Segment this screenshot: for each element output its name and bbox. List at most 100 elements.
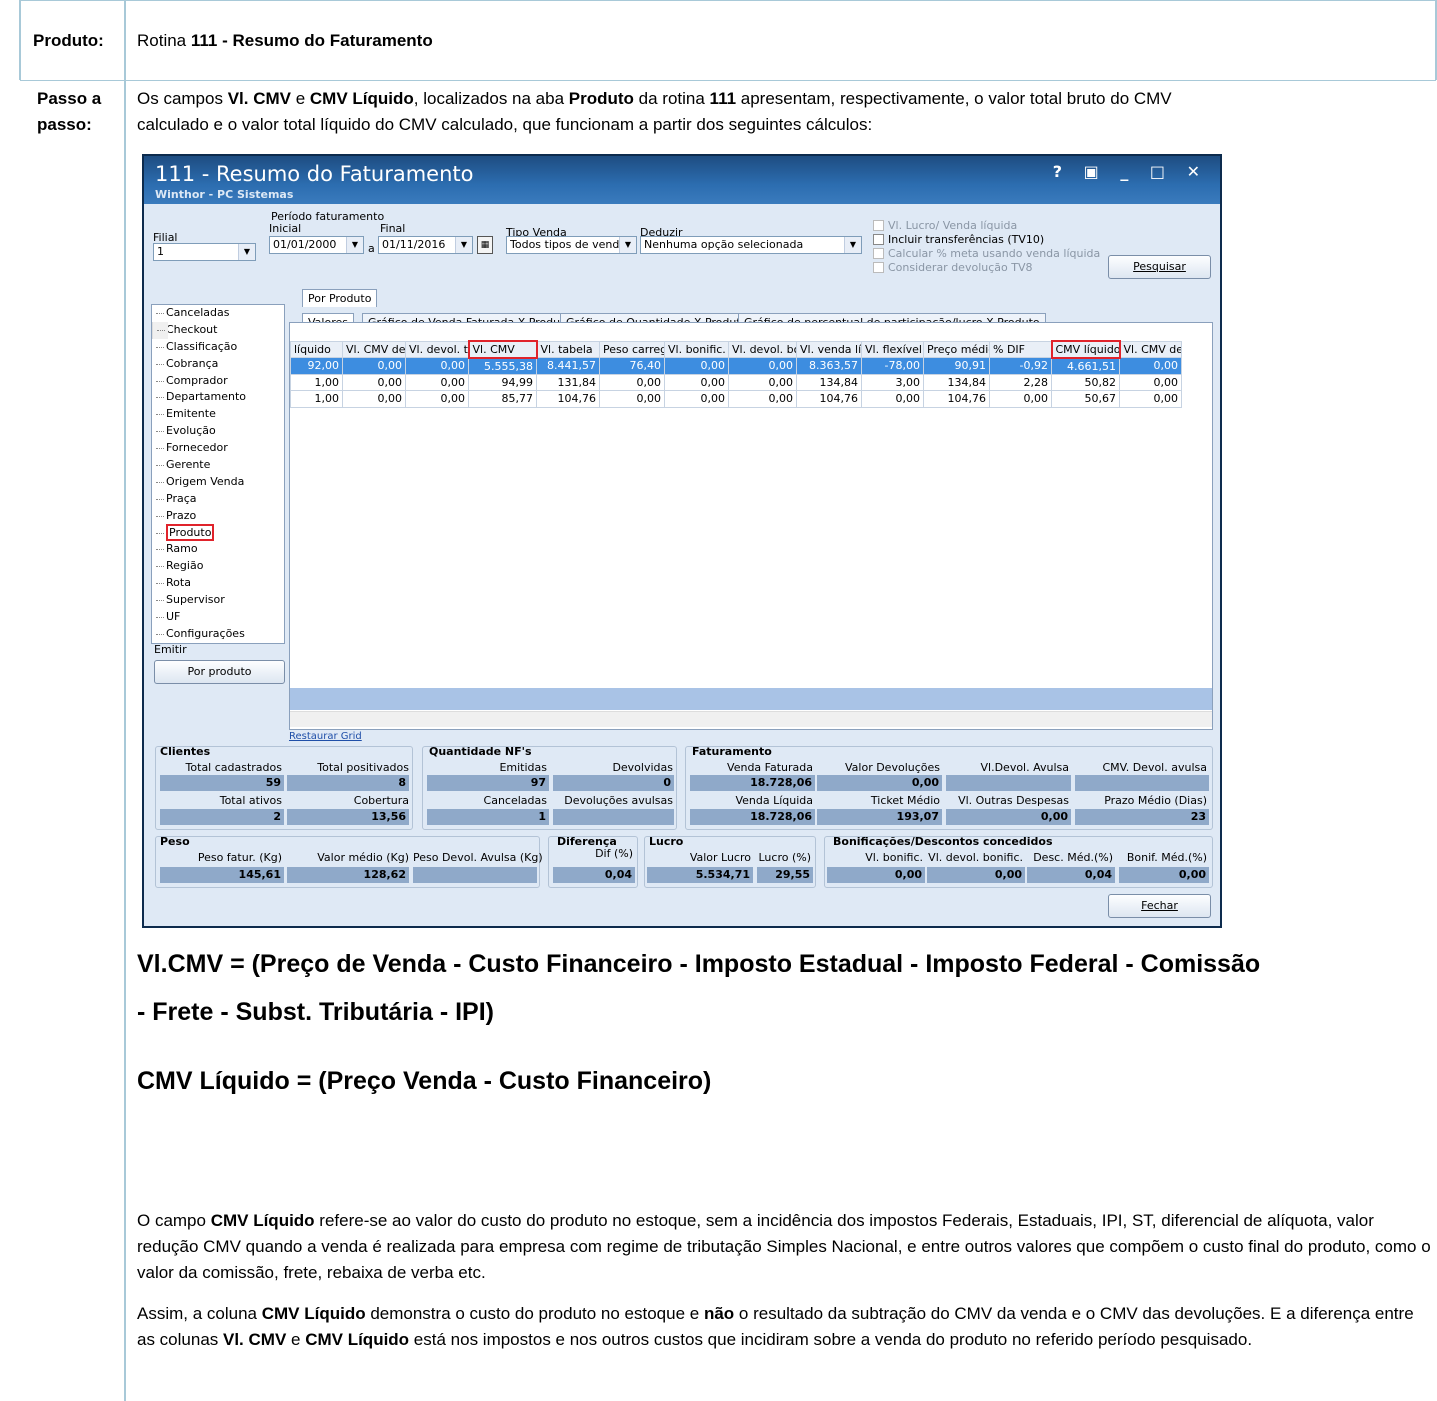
p1-a: O campo — [137, 1211, 211, 1230]
data-grid: líquidoVl. CMV devoVl. devol. taVl. CMVV… — [289, 322, 1213, 730]
inicial-date-input[interactable]: 01/01/2000 ▼ — [269, 236, 364, 254]
p2-f: Vl. CMV — [223, 1330, 287, 1349]
calendar-icon[interactable]: ▦ — [477, 236, 493, 254]
grid-column-header[interactable]: Vl. venda líq — [796, 340, 862, 358]
meta-checkbox-label: Calcular % meta usando venda líquida — [888, 247, 1101, 260]
grid-column-header[interactable]: Vl. devol. bo — [728, 340, 797, 358]
tree-item[interactable]: Rota — [152, 575, 284, 592]
tree-item[interactable]: Prazo — [152, 508, 284, 525]
chevron-down-icon[interactable]: ▼ — [844, 237, 861, 253]
dev-avulsas-label: Devoluções avulsas — [564, 794, 673, 807]
peso-panel: Peso Peso fatur. (Kg) 145,61 Valor médio… — [155, 835, 543, 888]
table-cell: 0,00 — [599, 373, 665, 391]
tipo-venda-select[interactable]: Todos tipos de venda ▼ — [506, 236, 637, 254]
tree-item[interactable]: Classificação — [152, 339, 284, 356]
grid-column-header[interactable]: líquido — [290, 340, 343, 358]
grid-column-header[interactable]: Vl. tabela — [536, 340, 600, 358]
filial-value: 1 — [157, 245, 164, 258]
row-divider — [20, 80, 1436, 81]
table-cell: 0,00 — [989, 390, 1052, 408]
total-positivados-value: 8 — [287, 775, 409, 791]
total-cadastrados-label: Total cadastrados — [185, 761, 282, 774]
tree-item-label: Rota — [166, 576, 191, 590]
grid-column-header[interactable]: Vl. CMV devo — [1119, 340, 1182, 358]
tree-scrollbar[interactable] — [152, 321, 168, 339]
table-cell: 5.555,38 — [468, 357, 537, 375]
devolvidas-label: Devolvidas — [612, 761, 673, 774]
lucro-checkbox[interactable] — [873, 220, 884, 231]
deduzir-select[interactable]: Nenhuma opção selecionada ▼ — [640, 236, 862, 254]
tree-item[interactable]: Produto — [152, 523, 284, 542]
tree-item[interactable]: Supervisor — [152, 592, 284, 609]
tree-item[interactable]: Praça — [152, 491, 284, 508]
peso-fatur-label: Peso fatur. (Kg) — [197, 851, 282, 864]
grid-column-header[interactable]: CMV líquido — [1050, 340, 1121, 359]
grid-column-header[interactable]: Preço médio — [923, 340, 990, 358]
pesquisar-button[interactable]: Pesquisar — [1108, 255, 1211, 279]
chevron-down-icon[interactable]: ▼ — [238, 244, 255, 260]
produto-prefix: Rotina — [137, 31, 191, 50]
devolucao-checkbox[interactable] — [873, 262, 884, 273]
table-cell: 0,00 — [342, 357, 406, 375]
grid-column-header[interactable]: Peso carreg — [599, 340, 665, 358]
tree-item[interactable]: Departamento — [152, 389, 284, 406]
transferencias-checkbox[interactable] — [873, 234, 884, 245]
table-cell: 134,84 — [923, 373, 990, 391]
tree-item[interactable]: Checkout — [152, 322, 284, 339]
final-date-input[interactable]: 01/11/2016 ▼ — [378, 236, 473, 254]
grid-column-header[interactable]: Vl. CMV devo — [342, 340, 406, 358]
grid-column-header[interactable]: Vl. bonific. — [664, 340, 729, 358]
table-cell: 0,00 — [405, 357, 469, 375]
table-row[interactable]: 1,00 0,00 0,00 94,99 131,84 0,00 0,00 0,00 134,8… — [290, 373, 1182, 391]
tree-item[interactable]: UF — [152, 609, 284, 626]
grid-hscrollbar[interactable] — [290, 711, 1212, 727]
meta-checkbox[interactable] — [873, 248, 884, 259]
bonificacoes-panel: Bonificações/Descontos concedidos Vl. bo… — [824, 835, 1213, 888]
produto-value: Rotina 111 - Resumo do Faturamento — [137, 28, 433, 54]
tree-item[interactable]: Evolução — [152, 423, 284, 440]
tab-por-produto[interactable]: Por Produto — [302, 289, 378, 307]
dif-label: Dif (%) — [595, 847, 633, 860]
grid-column-header[interactable]: Vl. devol. ta — [405, 340, 469, 358]
restaurar-grid-link[interactable]: Restaurar Grid — [289, 731, 362, 742]
tree-item-label: Ramo — [166, 542, 198, 556]
bonificacoes-title: Bonificações/Descontos concedidos — [833, 835, 1053, 848]
table-cell: 0,00 — [405, 373, 469, 391]
chevron-down-icon[interactable]: ▼ — [619, 237, 636, 253]
grid-column-header[interactable]: % DIF — [989, 340, 1052, 358]
chevron-down-icon[interactable]: ▼ — [346, 237, 363, 253]
window-title: 111 - Resumo do Faturamento — [155, 162, 474, 186]
tree-item[interactable]: Comprador — [152, 373, 284, 390]
table-row[interactable]: 1,00 0,00 0,00 85,77 104,76 0,00 0,00 0,00 104,7… — [290, 390, 1182, 408]
table-cell: 1,00 — [290, 373, 343, 391]
table-row[interactable]: 92,00 0,00 0,00 5.555,38 8.441,57 76,40 0,00 0,… — [290, 357, 1182, 375]
filial-select[interactable]: 1 ▼ — [153, 243, 256, 261]
tree-item[interactable]: Região — [152, 558, 284, 575]
tree-item[interactable]: Ramo — [152, 541, 284, 558]
table-cell: 0,00 — [405, 390, 469, 408]
transferencias-checkbox-label: Incluir transferências (TV10) — [888, 233, 1045, 246]
grid-header-row: líquidoVl. CMV devoVl. devol. taVl. CMVV… — [290, 340, 1182, 359]
table-cell: 131,84 — [536, 373, 600, 391]
table-cell: 0,00 — [728, 357, 797, 375]
por-produto-button[interactable]: Por produto — [154, 660, 285, 684]
intro-line-1: Os campos Vl. CMV e CMV Líquido, localiz… — [137, 86, 1172, 112]
table-border-left — [19, 0, 21, 80]
tree-item[interactable]: Cobrança — [152, 356, 284, 373]
tree-item[interactable]: Origem Venda — [152, 474, 284, 491]
window-buttons[interactable]: ? ▣ _ □ ✕ — [1053, 162, 1208, 181]
table-cell: 8.441,57 — [536, 357, 600, 375]
tree-item[interactable]: Gerente — [152, 457, 284, 474]
table-cell: 85,77 — [468, 390, 537, 408]
chevron-down-icon[interactable]: ▼ — [455, 237, 472, 253]
fechar-button[interactable]: Fechar — [1108, 894, 1211, 918]
devolvidas-value: 0 — [553, 775, 674, 791]
grid-column-header[interactable]: Vl. flexível — [861, 340, 924, 358]
valor-lucro-value: 5.534,71 — [647, 867, 753, 883]
lucro-panel: Lucro Valor Lucro 5.534,71 Lucro (%) 29,… — [644, 835, 816, 888]
tree-item[interactable]: Fornecedor — [152, 440, 284, 457]
tree-item[interactable]: Canceladas — [152, 305, 284, 322]
tree-item[interactable]: Configurações — [152, 626, 284, 643]
grid-column-header[interactable]: Vl. CMV — [467, 340, 538, 359]
tree-item[interactable]: Emitente — [152, 406, 284, 423]
